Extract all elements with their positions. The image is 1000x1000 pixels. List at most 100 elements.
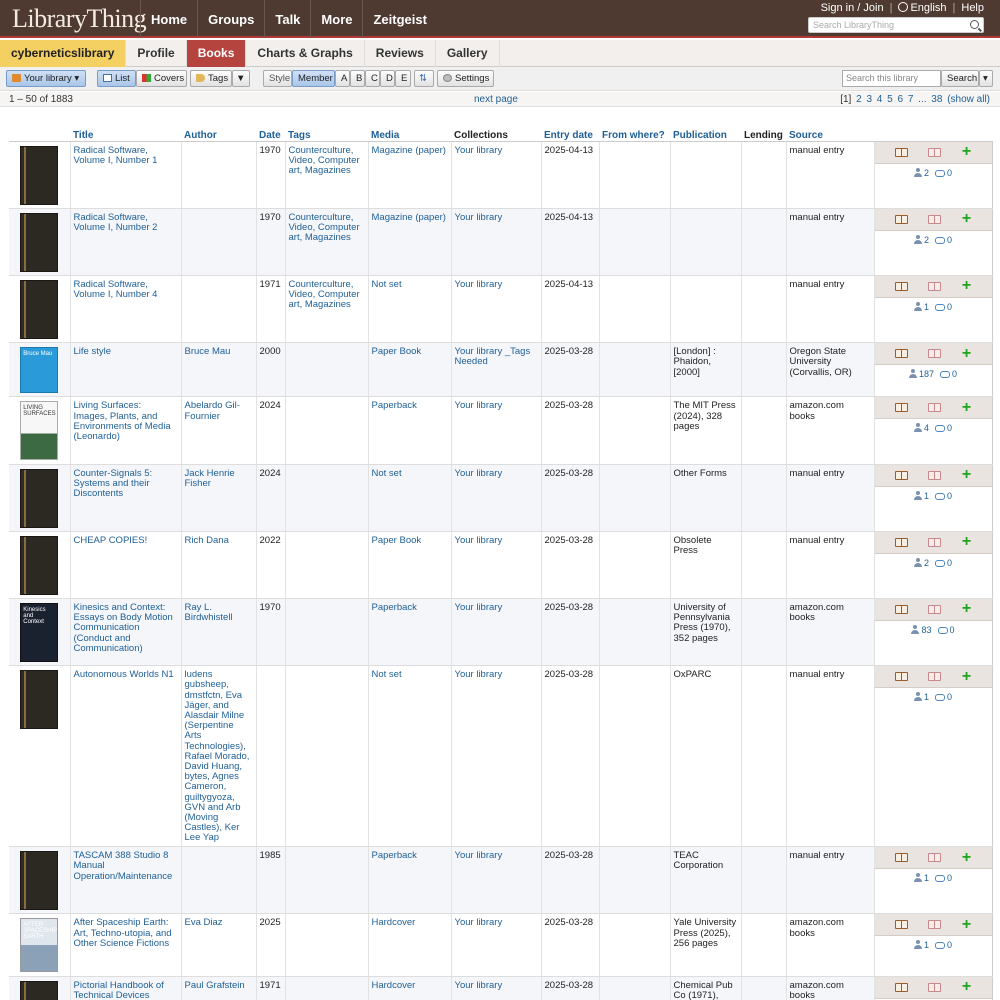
read-icon[interactable] xyxy=(928,147,942,157)
style-e-button[interactable]: E xyxy=(395,70,411,87)
book-title-link[interactable]: Counter-Signals 5: Systems and their Dis… xyxy=(74,468,153,499)
members-count[interactable]: 2 xyxy=(913,234,929,245)
members-count[interactable]: 83 xyxy=(911,624,932,635)
collection-link[interactable]: Your library xyxy=(455,917,503,928)
book-info-icon[interactable] xyxy=(894,281,908,291)
media-link[interactable]: Not set xyxy=(372,468,402,479)
read-icon[interactable] xyxy=(928,537,942,547)
page-link[interactable]: 38 xyxy=(931,94,942,105)
author-link[interactable]: Bruce Mau xyxy=(185,346,231,357)
style-member-button[interactable]: Member xyxy=(292,70,335,87)
show-all-link[interactable]: (show all) xyxy=(947,94,990,105)
page-link[interactable]: 7 xyxy=(908,94,914,105)
add-book-icon[interactable]: + xyxy=(962,144,971,160)
book-info-icon[interactable] xyxy=(894,349,908,359)
book-cover[interactable]: LIVING SURFACES xyxy=(20,401,59,461)
book-info-icon[interactable] xyxy=(894,604,908,614)
library-search-input[interactable]: Search this library xyxy=(842,70,941,87)
book-cover[interactable]: AFTER SPACESHIP EARTH xyxy=(20,918,59,973)
collection-link[interactable]: Your library xyxy=(455,602,503,613)
read-icon[interactable] xyxy=(928,604,942,614)
read-icon[interactable] xyxy=(928,672,942,682)
add-book-icon[interactable]: + xyxy=(962,601,971,617)
book-title-link[interactable]: Radical Software, Volume I, Number 4 xyxy=(74,279,158,300)
book-title-link[interactable]: Autonomous Worlds N1 xyxy=(74,669,174,680)
reviews-count[interactable]: 0 xyxy=(935,302,952,312)
media-link[interactable]: Not set xyxy=(372,279,402,290)
reviews-count[interactable]: 0 xyxy=(935,168,952,178)
reviews-count[interactable]: 0 xyxy=(937,625,955,635)
author-link[interactable]: Abelardo Gil-Fournier xyxy=(185,400,240,422)
col-author[interactable]: Author xyxy=(181,125,256,142)
tab-profile[interactable]: Profile xyxy=(126,40,187,67)
read-icon[interactable] xyxy=(928,470,942,480)
collection-link[interactable]: Your library xyxy=(455,212,503,223)
reviews-count[interactable]: 0 xyxy=(935,235,952,245)
settings-button[interactable]: Settings xyxy=(437,70,494,87)
book-info-icon[interactable] xyxy=(894,672,908,682)
book-title-link[interactable]: Pictorial Handbook of Technical Devices xyxy=(74,980,164,1000)
book-title-link[interactable]: Life style xyxy=(74,346,112,357)
list-view-button[interactable]: List xyxy=(97,70,136,87)
tab-reviews[interactable]: Reviews xyxy=(365,40,436,67)
book-info-icon[interactable] xyxy=(894,403,908,413)
col-from-where[interactable]: From where? xyxy=(599,125,670,142)
page-link[interactable]: 5 xyxy=(887,94,893,105)
book-title-link[interactable]: TASCAM 388 Studio 8 Manual Operation/Mai… xyxy=(74,850,173,881)
library-search-button[interactable]: Search xyxy=(941,70,979,87)
add-book-icon[interactable]: + xyxy=(962,668,971,684)
media-link[interactable]: Hardcover xyxy=(372,980,416,991)
your-library-dropdown[interactable]: Your library ▾ xyxy=(6,70,86,87)
sort-button[interactable]: ⇅ xyxy=(414,70,434,87)
book-cover[interactable] xyxy=(20,212,59,272)
book-info-icon[interactable] xyxy=(894,853,908,863)
style-b-button[interactable]: B xyxy=(350,70,365,87)
col-date[interactable]: Date xyxy=(256,125,285,142)
author-link[interactable]: ludens gubsheep, dmstfctn, Eva Jäger, an… xyxy=(185,669,250,843)
nav-home[interactable]: Home xyxy=(140,0,197,38)
author-link[interactable]: Jack Henrie Fisher xyxy=(185,468,235,489)
tags-link[interactable]: Counterculture, Video, Computer art, Mag… xyxy=(289,279,360,310)
add-book-icon[interactable]: + xyxy=(962,211,971,227)
librarything-logo[interactable]: LibraryThing xyxy=(12,4,147,34)
author-link[interactable]: Ray L. Birdwhistell xyxy=(185,602,233,623)
members-count[interactable]: 1 xyxy=(913,692,929,702)
author-link[interactable]: Rich Dana xyxy=(185,535,229,546)
add-book-icon[interactable]: + xyxy=(962,278,971,294)
style-a-button[interactable]: A xyxy=(335,70,350,87)
collection-link[interactable]: Your library xyxy=(455,535,503,546)
reviews-count[interactable]: 0 xyxy=(935,423,952,433)
members-count[interactable]: 2 xyxy=(913,557,929,568)
book-cover[interactable] xyxy=(20,670,59,730)
col-entry-date[interactable]: Entry date xyxy=(541,125,599,142)
read-icon[interactable] xyxy=(928,349,942,359)
language-link[interactable]: English xyxy=(898,2,947,14)
search-icon[interactable] xyxy=(970,20,979,29)
add-book-icon[interactable]: + xyxy=(962,467,971,483)
book-title-link[interactable]: Radical Software, Volume I, Number 1 xyxy=(74,145,158,166)
tab-charts-graphs[interactable]: Charts & Graphs xyxy=(246,40,365,67)
page-link[interactable]: 6 xyxy=(897,94,903,105)
add-book-icon[interactable]: + xyxy=(962,399,971,415)
author-link[interactable]: Paul Grafstein xyxy=(185,980,245,991)
col-title[interactable]: Title xyxy=(70,125,181,142)
book-info-icon[interactable] xyxy=(894,537,908,547)
help-link[interactable]: Help xyxy=(961,2,984,14)
book-info-icon[interactable] xyxy=(894,147,908,157)
read-icon[interactable] xyxy=(928,920,942,930)
page-link[interactable]: 2 xyxy=(856,94,862,105)
covers-view-button[interactable]: Covers xyxy=(136,70,187,87)
add-book-icon[interactable]: + xyxy=(962,916,971,932)
col-source[interactable]: Source xyxy=(786,125,874,142)
media-link[interactable]: Paperback xyxy=(372,400,417,411)
collection-link[interactable]: Your library xyxy=(455,850,503,861)
page-link[interactable]: 3 xyxy=(866,94,872,105)
members-count[interactable]: 1 xyxy=(913,301,929,312)
book-cover[interactable] xyxy=(20,468,59,528)
read-icon[interactable] xyxy=(928,982,942,992)
book-cover[interactable]: Bruce Mau xyxy=(20,347,59,394)
tags-link[interactable]: Counterculture, Video, Computer art, Mag… xyxy=(289,212,360,243)
media-link[interactable]: Not set xyxy=(372,669,402,680)
book-title-link[interactable]: Radical Software, Volume I, Number 2 xyxy=(74,212,158,233)
next-page-link[interactable]: next page xyxy=(474,94,518,105)
